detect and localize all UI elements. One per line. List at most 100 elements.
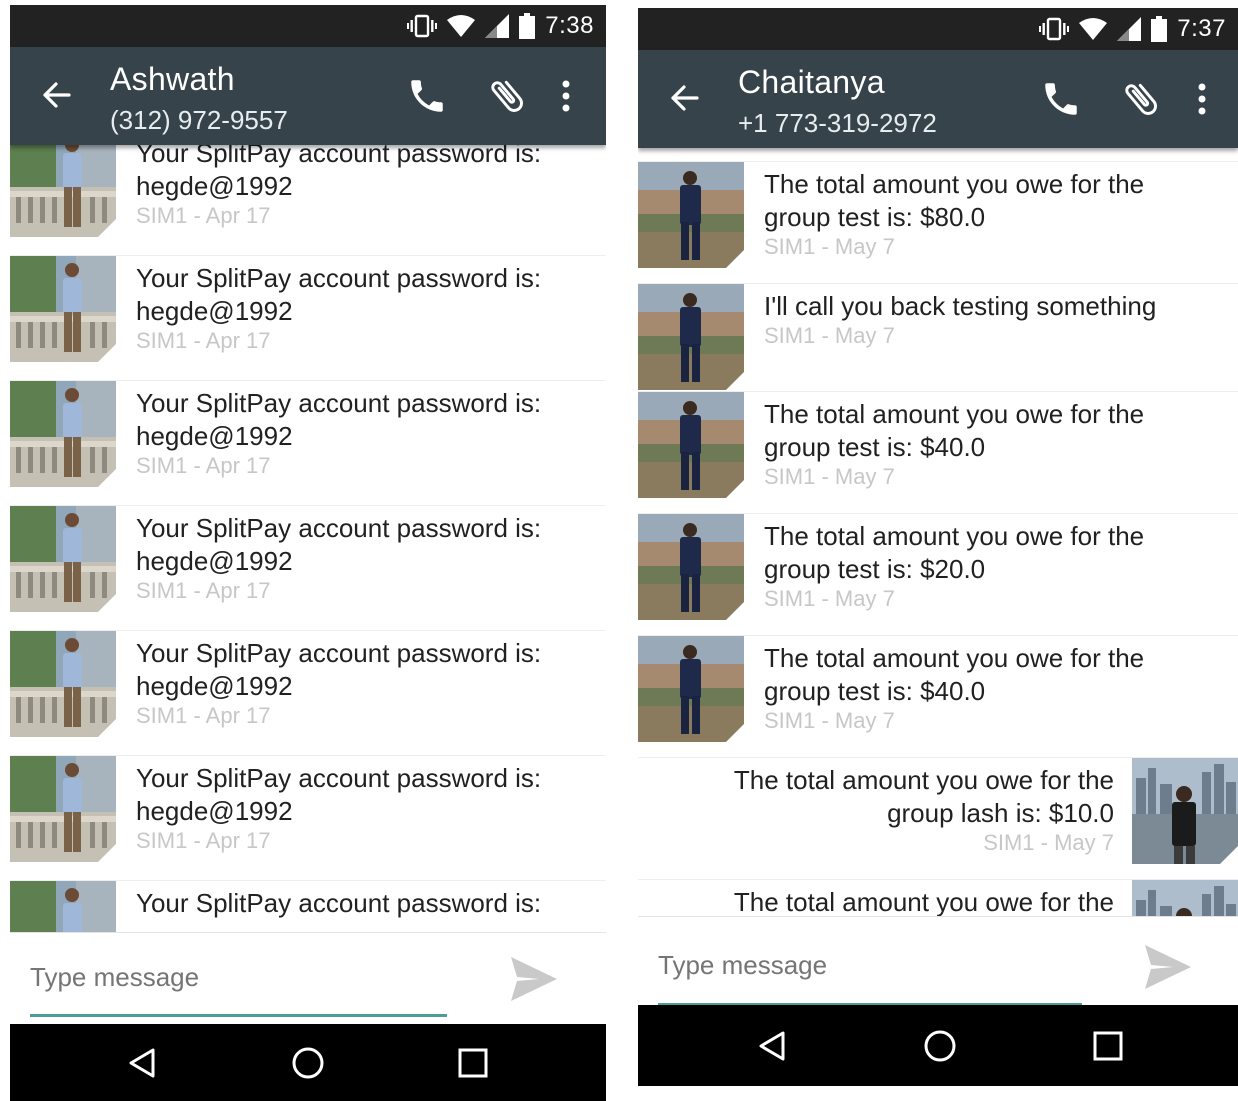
avatar[interactable] [638,162,744,268]
message-body-line: Your SplitPay account password is: [136,638,542,668]
status-icons: 7:38 [407,5,594,47]
message-body-line: Your SplitPay account password is: [136,145,542,168]
nav-recents-button[interactable] [1068,1005,1148,1086]
send-button[interactable] [506,951,562,1007]
battery-icon [1151,16,1168,42]
message-timestamp: SIM1 - Apr 17 [136,828,271,853]
nav-home-icon [924,1030,956,1061]
avatar[interactable] [1132,880,1238,916]
message-item[interactable]: Your SplitPay account password is: hegde@… [10,256,606,381]
contact-phone: +1 773-319-2972 [738,108,937,138]
message-body-line: group lash is: $10.0 [887,798,1114,828]
message-item[interactable]: Your SplitPay account password is: hegde@… [10,381,606,506]
phone-screen-right: 7:37 Chaitanya +1 773-319-2972 The total… [638,8,1238,1086]
battery-icon [519,13,536,39]
avatar[interactable] [10,631,116,737]
navigation-bar [638,1005,1238,1086]
message-body-line: group test is: $20.0 [764,554,986,584]
avatar-photo [1132,758,1238,864]
avatar[interactable] [10,256,116,362]
vibrate-icon [1039,17,1070,41]
message-list[interactable]: Your SplitPay account password is: hegde@… [10,145,606,932]
message-input[interactable] [30,957,450,997]
message-body-line: Your SplitPay account password is: [136,263,542,293]
message-item[interactable]: Your SplitPay account password is: hegde@… [10,145,606,256]
message-timestamp: SIM1 - Apr 17 [136,203,271,228]
message-item[interactable]: The total amount you owe for the [638,880,1238,916]
phone-icon [1045,83,1077,115]
contact-name: Ashwath [110,61,235,97]
avatar-photo [10,631,116,737]
avatar-photo [10,256,116,362]
message-body-line: Your SplitPay account password is: [136,513,542,543]
message-item[interactable]: Your SplitPay account password is: hegde@… [10,631,606,756]
call-button[interactable] [1036,74,1086,124]
paperclip-icon [491,80,523,112]
message-list[interactable]: The total amount you owe for the group te… [638,148,1238,916]
message-item[interactable]: I'll call you back testing something SIM1… [638,284,1238,392]
message-body-line: The total amount you owe for the [764,521,1145,551]
nav-home-button[interactable] [900,1005,980,1086]
conversation-app-bar: Chaitanya +1 773-319-2972 [638,50,1238,148]
message-body-line: group test is: $80.0 [764,202,986,232]
avatar-photo [10,756,116,862]
message-timestamp: SIM1 - May 7 [983,830,1114,855]
message-item[interactable]: Your SplitPay account password is: hegde@… [10,756,606,881]
message-item[interactable]: The total amount you owe for the group te… [638,392,1238,514]
avatar[interactable] [10,145,116,237]
avatar-photo [10,881,116,932]
avatar-photo [638,514,744,620]
message-body-line: group test is: $40.0 [764,676,986,706]
avatar[interactable] [638,284,744,390]
avatar-photo [10,506,116,612]
message-item[interactable]: Your SplitPay account password is: [10,881,606,932]
call-button[interactable] [402,71,452,121]
more-options-button[interactable] [554,71,578,121]
message-body-line: hegde@1992 [136,421,293,451]
avatar[interactable] [1132,758,1238,864]
back-button[interactable] [36,75,76,115]
message-item[interactable]: The total amount you owe for the group te… [638,514,1238,636]
nav-back-button[interactable] [732,1005,812,1086]
message-body-line: hegde@1992 [136,671,293,701]
more-options-button[interactable] [1190,74,1214,124]
message-timestamp: SIM1 - Apr 17 [136,578,271,603]
avatar[interactable] [10,381,116,487]
avatar[interactable] [10,881,116,932]
attach-button[interactable] [482,71,532,121]
avatar[interactable] [638,514,744,620]
message-item[interactable]: The total amount you owe for the group la… [638,758,1238,880]
send-icon [511,957,557,1001]
message-body-line: group test is: $40.0 [764,432,986,462]
nav-home-button[interactable] [268,1024,348,1101]
message-body-line: The total amount you owe for the [764,643,1145,673]
attach-button[interactable] [1116,74,1166,124]
avatar[interactable] [10,756,116,862]
back-button[interactable] [664,78,704,118]
message-input[interactable] [658,945,1078,985]
message-item[interactable]: Your SplitPay account password is: hegde@… [10,506,606,631]
compose-bar [638,916,1238,1006]
message-timestamp: SIM1 - Apr 17 [136,328,271,353]
conversation-app-bar: Ashwath (312) 972-9557 [10,47,606,145]
avatar[interactable] [638,636,744,742]
nav-recents-button[interactable] [433,1024,513,1101]
message-body-line: hegde@1992 [136,171,293,201]
message-body-line: The total amount you owe for the [764,169,1145,199]
send-button[interactable] [1140,939,1196,995]
message-body-line: hegde@1992 [136,796,293,826]
message-timestamp: SIM1 - Apr 17 [136,453,271,478]
message-item[interactable]: The total amount you owe for the group te… [638,636,1238,758]
avatar[interactable] [638,392,744,498]
message-item[interactable]: The total amount you owe for the group te… [638,162,1238,284]
nav-recents-icon [1093,1031,1123,1060]
message-body-line: The total amount you owe for the [733,887,1114,916]
message-timestamp: SIM1 - May 7 [764,234,895,259]
wifi-icon [447,15,476,37]
arrow-back-icon [671,85,699,111]
message-body-line: Your SplitPay account password is: [136,888,542,918]
nav-back-button[interactable] [102,1024,182,1101]
nav-back-icon [759,1031,785,1060]
contact-phone: (312) 972-9557 [110,105,288,135]
avatar[interactable] [10,506,116,612]
